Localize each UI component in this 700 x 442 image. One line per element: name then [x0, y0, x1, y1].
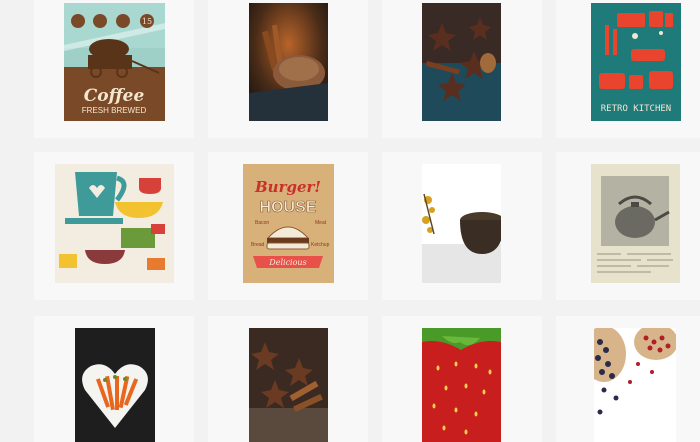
thumbnail-carrots-heart-bowl[interactable]: [75, 328, 155, 442]
gallery-tile-star-anise[interactable]: [382, 0, 542, 138]
burger-tag: Delicious: [268, 258, 306, 267]
teapot-sketch-image: [591, 164, 680, 283]
carrots-heart-bowl-image: [75, 328, 155, 442]
star-anise-image: [422, 3, 501, 121]
thumbnail-coffee-poster[interactable]: 15 Coffee FRESH BREWED: [64, 3, 165, 121]
gallery-tile-anise-cinnamon[interactable]: [208, 316, 368, 442]
gallery-tile-spice-powder[interactable]: [208, 0, 368, 138]
thumbnail-teapot-sketch[interactable]: [591, 164, 680, 283]
thumbnail-strawberry[interactable]: [422, 328, 501, 442]
gallery-tile-burger-house[interactable]: Burger! HOUSE Bacon Meat Bread Ketchup D…: [208, 152, 368, 300]
burger-word-3: Bread: [251, 242, 265, 248]
strawberry-image: [422, 328, 501, 442]
burger-word-4: Ketchup: [311, 242, 330, 248]
coffee-title: Coffee: [84, 86, 145, 106]
thumbnail-spice-powder[interactable]: [249, 3, 328, 121]
coffee-subtitle: FRESH BREWED: [82, 106, 147, 115]
thumbnail-retro-cups[interactable]: [55, 164, 174, 283]
thumbnail-berries[interactable]: [594, 328, 676, 442]
burger-house-image: Burger! HOUSE Bacon Meat Bread Ketchup D…: [243, 164, 334, 283]
burger-word-1: Bacon: [255, 220, 269, 226]
berries-image: [594, 328, 676, 442]
retro-cups-image: [55, 164, 174, 283]
burger-title-top: Burger!: [254, 178, 321, 196]
gallery-tile-teapot-sketch[interactable]: [556, 152, 700, 300]
retro-kitchen-title: RETRO KITCHEN: [601, 104, 671, 114]
gallery-tile-coffee[interactable]: 15 Coffee FRESH BREWED: [34, 0, 194, 138]
gallery-tile-carrots-heart-bowl[interactable]: [34, 316, 194, 442]
gallery-tile-tea-bowl[interactable]: [382, 152, 542, 300]
tea-bowl-image: [422, 164, 501, 283]
gallery-tile-retro-cups[interactable]: [34, 152, 194, 300]
anise-cinnamon-image: [249, 328, 328, 442]
gallery-tile-retro-kitchen[interactable]: RETRO KITCHEN: [556, 0, 700, 138]
retro-kitchen-image: RETRO KITCHEN: [591, 3, 681, 121]
gallery-tile-berries[interactable]: [556, 316, 700, 442]
spice-powder-image: [249, 3, 328, 121]
gallery-tile-strawberry[interactable]: [382, 316, 542, 442]
coffee-poster-image: 15 Coffee FRESH BREWED: [64, 3, 165, 121]
thumbnail-burger-house[interactable]: Burger! HOUSE Bacon Meat Bread Ketchup D…: [243, 164, 334, 283]
thumbnail-star-anise[interactable]: [422, 3, 501, 121]
thumbnail-retro-kitchen[interactable]: RETRO KITCHEN: [591, 3, 681, 121]
burger-title: HOUSE: [260, 199, 317, 216]
burger-word-2: Meat: [315, 220, 327, 226]
thumbnail-anise-cinnamon[interactable]: [249, 328, 328, 442]
thumbnail-tea-bowl[interactable]: [422, 164, 501, 283]
badge-number: 15: [142, 17, 152, 26]
